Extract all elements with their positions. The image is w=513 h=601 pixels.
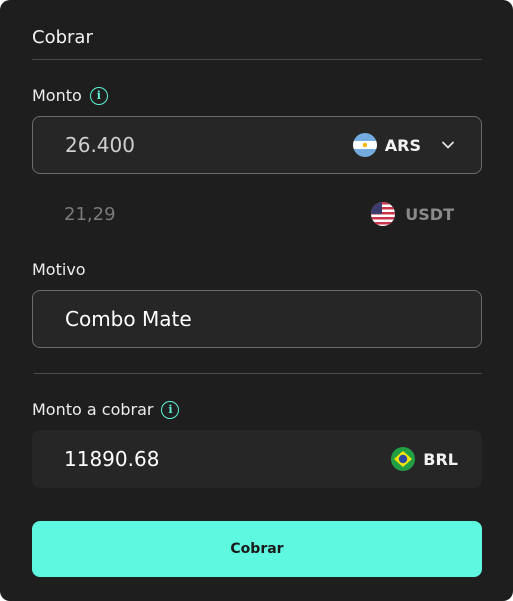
amount-value[interactable]: 26.400 bbox=[65, 133, 353, 157]
reason-label: Motivo bbox=[32, 260, 86, 279]
converted-currency: USDT bbox=[371, 202, 454, 226]
chevron-down-icon bbox=[442, 141, 454, 149]
charge-currency-code: BRL bbox=[423, 449, 458, 469]
reason-value[interactable]: Combo Mate bbox=[65, 307, 457, 331]
brazil-flag-icon bbox=[391, 447, 416, 471]
title-divider bbox=[32, 59, 482, 60]
submit-charge-button[interactable]: Cobrar bbox=[32, 521, 482, 577]
charge-label: Monto a cobrar bbox=[32, 400, 154, 419]
amount-label-row: Monto i bbox=[32, 86, 108, 105]
converted-amount-row: 21,29 USDT bbox=[32, 196, 482, 232]
section-divider bbox=[34, 373, 482, 374]
amount-label: Monto bbox=[32, 86, 82, 105]
currency-code: ARS bbox=[384, 135, 421, 155]
charge-label-row: Monto a cobrar i bbox=[32, 400, 180, 419]
converted-currency-code: USDT bbox=[405, 204, 454, 224]
argentina-flag-icon bbox=[352, 133, 377, 157]
currency-selector[interactable]: ARS bbox=[352, 133, 457, 157]
charge-currency: BRL bbox=[391, 447, 458, 471]
reason-input[interactable]: Combo Mate bbox=[32, 290, 482, 348]
usa-flag-icon bbox=[371, 202, 396, 226]
info-icon[interactable]: i bbox=[89, 86, 108, 105]
amount-input[interactable]: 26.400 ARS bbox=[32, 116, 482, 174]
reason-label-row: Motivo bbox=[32, 260, 86, 279]
info-icon[interactable]: i bbox=[161, 400, 180, 419]
charge-amount-field: 11890.68 BRL bbox=[32, 430, 482, 488]
page-title: Cobrar bbox=[32, 27, 93, 48]
charge-card: Cobrar Monto i 26.400 ARS 21,29 USDT Mot… bbox=[0, 0, 513, 601]
converted-value: 21,29 bbox=[64, 203, 116, 225]
charge-amount-value: 11890.68 bbox=[64, 447, 160, 471]
